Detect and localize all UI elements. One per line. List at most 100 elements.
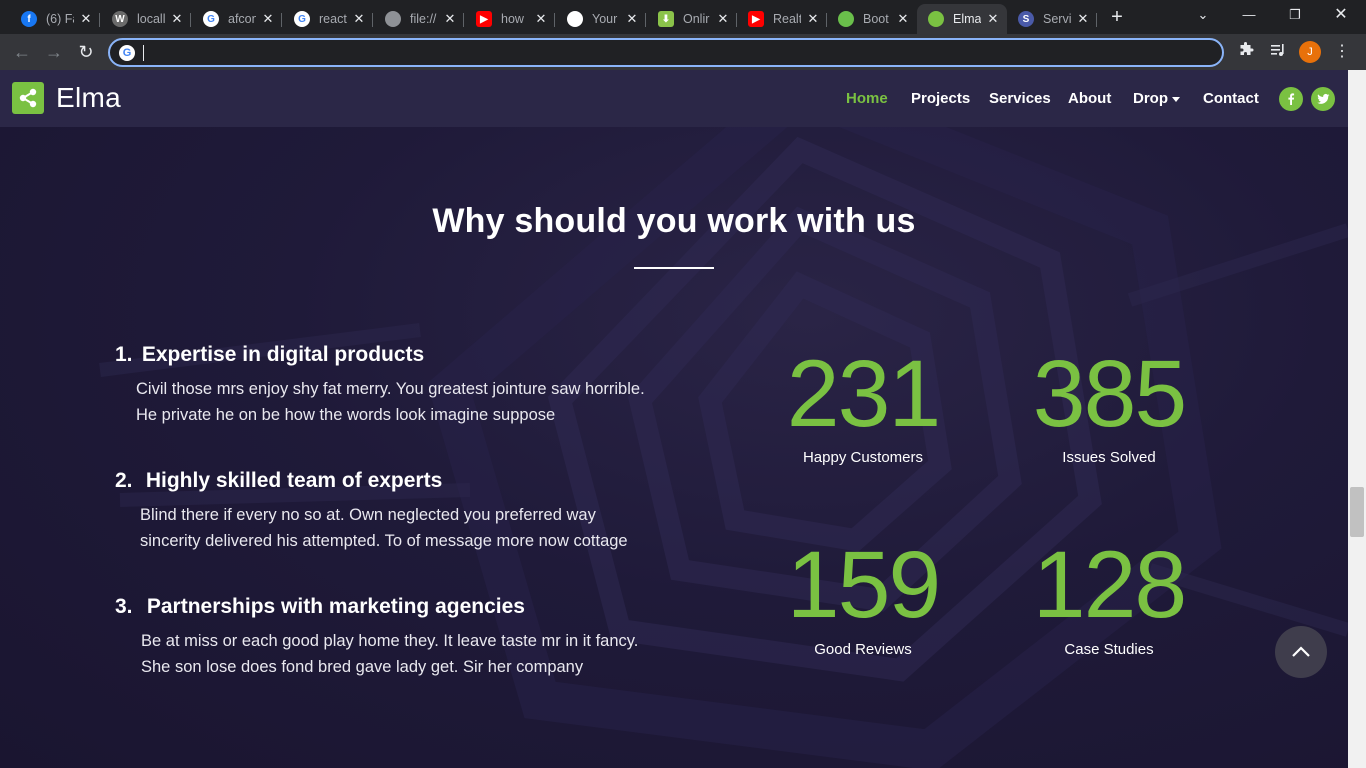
nav-drop-dropdown[interactable]: Drop	[1133, 90, 1180, 107]
stat-number: 385	[1032, 341, 1188, 447]
browser-tab[interactable]: Gafcon ✕	[192, 4, 282, 34]
stat-number: 231	[786, 341, 942, 447]
youtube-icon: ▶	[476, 11, 492, 27]
tab-separator	[645, 13, 646, 27]
media-playlist-icon[interactable]	[1268, 42, 1288, 62]
browser-tab[interactable]: ⬇ Onlir ✕	[647, 4, 737, 34]
close-tab-icon[interactable]: ✕	[624, 11, 640, 27]
scrollbar-thumb[interactable]	[1350, 487, 1364, 537]
close-tab-icon[interactable]: ✕	[715, 11, 731, 27]
nav-drop-label: Drop	[1133, 90, 1168, 107]
close-tab-icon[interactable]: ✕	[169, 11, 185, 27]
browser-tab[interactable]: ▶ how ✕	[465, 4, 555, 34]
wordpress-icon: W	[112, 11, 128, 27]
close-tab-icon[interactable]: ✕	[533, 11, 549, 27]
text-caret	[143, 45, 144, 61]
browser-tab-strip: f (6) Fa ✕ Wlocall ✕ Gafcon ✕ Greact ✕ file:// ✕ ▶ h…	[0, 0, 1366, 34]
tab-separator	[554, 13, 555, 27]
restore-icon[interactable]: ❐	[1272, 0, 1318, 30]
facebook-icon[interactable]	[1279, 87, 1303, 111]
browser-tab[interactable]: Elma ✕	[917, 4, 1007, 34]
address-bar[interactable]: G	[108, 38, 1224, 67]
brand-name: Elma	[56, 82, 121, 113]
nav-contact-link[interactable]: Contact	[1203, 90, 1259, 107]
browser-tab[interactable]: Your ✕	[556, 4, 646, 34]
browser-tab[interactable]: Boot ✕	[827, 4, 917, 34]
close-window-icon[interactable]: ✕	[1318, 0, 1364, 30]
close-tab-icon[interactable]: ✕	[260, 11, 276, 27]
feature-title: 1. Expertise in digital products	[115, 343, 424, 367]
feature-description: Civil those mrs enjoy shy fat merry. You…	[136, 376, 696, 428]
close-tab-icon[interactable]: ✕	[351, 11, 367, 27]
globe-icon	[385, 11, 401, 27]
kebab-menu-icon[interactable]: ⋮	[1332, 42, 1352, 62]
feature-description-line: sincerity delivered his attempted. To of…	[140, 532, 628, 550]
close-tab-icon[interactable]: ✕	[985, 11, 1001, 27]
profile-avatar[interactable]: J	[1299, 41, 1321, 63]
feature-description-line: Be at miss or each good play home they. …	[141, 632, 639, 650]
tab-separator	[99, 13, 100, 27]
browser-tab-title: Boot	[863, 12, 889, 26]
feature-description-line: He private he on be how the words look i…	[136, 406, 556, 424]
brand[interactable]: Elma	[12, 82, 121, 114]
feature-description: Blind there if every no so at. Own negle…	[140, 502, 700, 554]
browser-tab[interactable]: f (6) Fa ✕	[10, 4, 100, 34]
s-letter-icon: S	[1018, 11, 1034, 27]
title-divider	[634, 267, 714, 269]
minimize-icon[interactable]: —	[1226, 0, 1272, 30]
caret-down-icon	[1172, 96, 1180, 102]
tab-separator	[463, 13, 464, 27]
tab-separator	[372, 13, 373, 27]
address-input[interactable]	[140, 43, 1210, 63]
browser-tab[interactable]: S Servi ✕	[1007, 4, 1097, 34]
forward-arrow-icon[interactable]: →	[42, 40, 66, 64]
new-tab-button[interactable]: +	[1106, 7, 1128, 29]
feature-number: 1.	[115, 343, 133, 366]
tab-separator	[281, 13, 282, 27]
close-tab-icon[interactable]: ✕	[78, 11, 94, 27]
facebook-icon: f	[21, 11, 37, 27]
nav-services-link[interactable]: Services	[989, 90, 1051, 107]
close-tab-icon[interactable]: ✕	[895, 11, 911, 27]
browser-toolbar: ← → ↻ G J ⋮	[0, 34, 1366, 70]
share-icon	[928, 11, 944, 27]
twitter-icon[interactable]	[1311, 87, 1335, 111]
extensions-puzzle-icon[interactable]	[1236, 42, 1256, 62]
reload-icon[interactable]: ↻	[74, 40, 98, 64]
browser-tab-title: afcon	[228, 12, 256, 26]
browser-tab[interactable]: file:// ✕	[374, 4, 464, 34]
feature-number: 2.	[115, 469, 133, 492]
feature-title: 3. Partnerships with marketing agencies	[115, 595, 525, 619]
close-tab-icon[interactable]: ✕	[805, 11, 821, 27]
nav-home-link[interactable]: Home	[846, 90, 888, 107]
browser-tab[interactable]: Wlocall ✕	[101, 4, 191, 34]
nav-about-link[interactable]: About	[1068, 90, 1111, 107]
browser-tab[interactable]: Greact ✕	[283, 4, 373, 34]
browser-tab-title: Your	[592, 12, 618, 26]
feature-description: Be at miss or each good play home they. …	[141, 628, 701, 680]
page-viewport: Elma Home Projects Services About Drop C…	[0, 70, 1348, 768]
feature-number: 3.	[115, 595, 133, 618]
feature-description-line: She son lose does fond bred gave lady ge…	[141, 658, 584, 676]
browser-tab-title: Onlir	[683, 12, 710, 26]
stat-number: 159	[786, 532, 942, 638]
browser-tab-title: Elma	[953, 12, 981, 26]
nav-projects-link[interactable]: Projects	[911, 90, 970, 107]
tab-separator	[190, 13, 191, 27]
leaf-icon	[838, 11, 854, 27]
browser-tab-title: locall	[137, 12, 165, 26]
browser-tab[interactable]: ▶ Realt ✕	[737, 4, 827, 34]
tab-separator	[1096, 13, 1097, 27]
browser-tab-title: Servi	[1043, 12, 1071, 26]
feature-title: 2. Highly skilled team of experts	[115, 469, 442, 493]
back-arrow-icon[interactable]: ←	[10, 40, 34, 64]
browser-tab-title: react	[319, 12, 347, 26]
github-icon	[567, 11, 583, 27]
close-tab-icon[interactable]: ✕	[1075, 11, 1091, 27]
tab-search-icon[interactable]: ⌄	[1180, 0, 1226, 30]
feature-heading: Highly skilled team of experts	[145, 469, 443, 492]
scroll-to-top-button[interactable]	[1275, 626, 1327, 678]
feature-heading: Expertise in digital products	[141, 343, 425, 366]
page-scrollbar[interactable]	[1348, 70, 1366, 768]
close-tab-icon[interactable]: ✕	[442, 11, 458, 27]
